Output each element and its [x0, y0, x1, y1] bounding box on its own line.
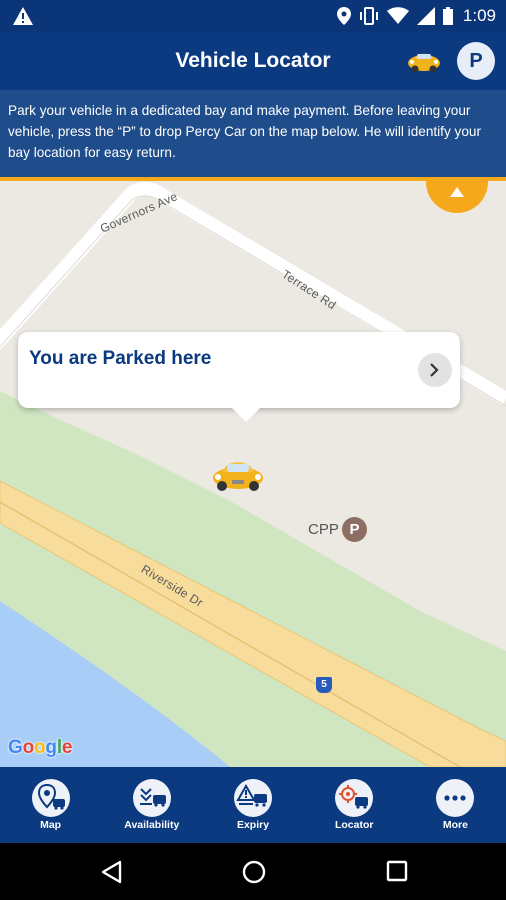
- info-banner-text: Park your vehicle in a dedicated bay and…: [8, 103, 481, 160]
- back-icon[interactable]: [100, 860, 122, 884]
- nav-label-map: Map: [40, 819, 62, 831]
- parked-callout[interactable]: You are Parked here: [18, 332, 460, 422]
- google-letter: g: [45, 737, 57, 758]
- status-time: 1:09: [462, 6, 496, 25]
- google-letter: G: [8, 737, 23, 758]
- callout-text: You are Parked here: [29, 348, 212, 369]
- info-banner: Park your vehicle in a dedicated bay and…: [0, 90, 506, 178]
- chevron-right-icon: [430, 363, 439, 377]
- bottom-nav: Map Availability Expiry Locator More: [0, 767, 506, 843]
- google-letter: o: [34, 737, 46, 758]
- map-pin-car-icon: [31, 779, 70, 817]
- cpp-label: CPP: [308, 521, 339, 538]
- nav-item-map[interactable]: Map: [0, 767, 101, 843]
- nav-label-locator: Locator: [334, 819, 374, 831]
- battery-icon: [442, 7, 453, 25]
- location-icon: [336, 7, 351, 25]
- google-letter: o: [22, 737, 35, 758]
- nav-label-more: More: [442, 819, 468, 831]
- system-nav-bar: [0, 843, 506, 900]
- wifi-icon: [386, 7, 409, 24]
- callout-details-button[interactable]: [418, 353, 452, 387]
- nav-item-expiry[interactable]: Expiry: [202, 767, 303, 843]
- warning-icon: [13, 7, 33, 25]
- vibrate-icon: [359, 7, 378, 25]
- more-icon: [436, 779, 475, 817]
- expiry-icon: [234, 779, 272, 817]
- nav-item-availability[interactable]: Availability: [101, 767, 202, 843]
- nav-label-availability: Availability: [124, 819, 180, 831]
- nav-label-expiry: Expiry: [236, 819, 270, 831]
- percy-car-icon[interactable]: [406, 46, 442, 74]
- availability-icon: [132, 779, 171, 817]
- drop-percy-p-button[interactable]: P: [457, 42, 495, 80]
- google-logo: Google: [8, 737, 72, 759]
- parking-marker-icon[interactable]: P: [342, 517, 367, 542]
- map-view[interactable]: Governors Ave Terrace Rd Riverside Dr Yo…: [0, 181, 506, 767]
- signal-icon: [416, 7, 435, 25]
- home-icon[interactable]: [242, 860, 266, 884]
- nav-item-more[interactable]: More: [405, 767, 506, 843]
- chevron-up-icon: [450, 187, 464, 197]
- percy-car-marker[interactable]: [210, 453, 266, 493]
- nav-item-locator[interactable]: Locator: [304, 767, 405, 843]
- google-letter: e: [61, 737, 73, 758]
- locator-icon: [335, 779, 374, 817]
- route-shield-icon: 5: [316, 677, 332, 693]
- app-bar: Vehicle Locator P: [0, 32, 506, 90]
- status-bar: 1:09: [0, 0, 506, 32]
- recents-icon[interactable]: [386, 860, 408, 882]
